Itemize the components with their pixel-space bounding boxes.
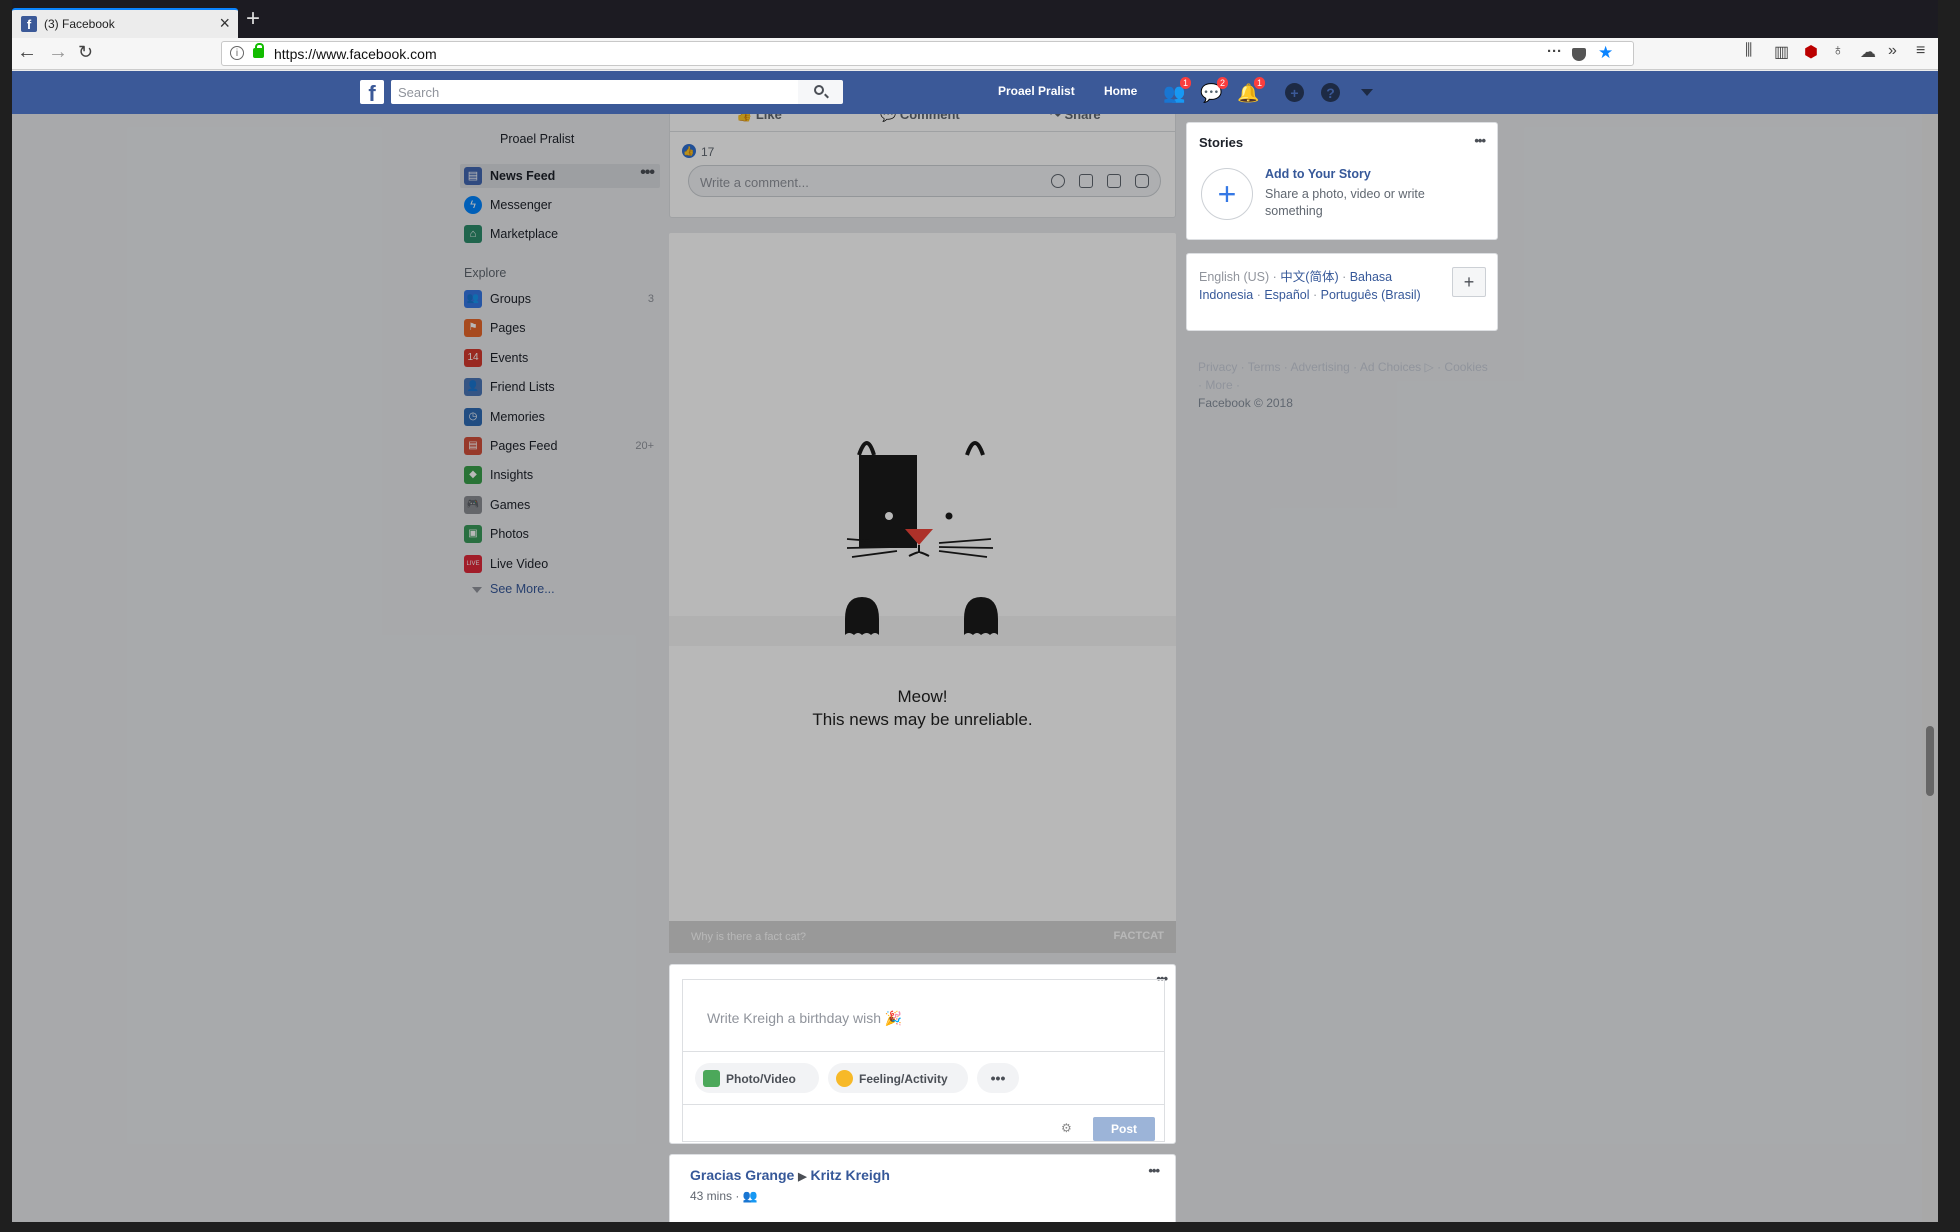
messages-icon[interactable]: 💬 2 bbox=[1200, 77, 1228, 104]
divider bbox=[683, 1104, 1164, 1105]
settings-gear-icon[interactable]: ⚙ bbox=[1061, 1121, 1072, 1135]
profile-link[interactable]: Proael Pralist bbox=[998, 84, 1075, 98]
bookmark-star-icon[interactable]: ★ bbox=[1598, 43, 1613, 63]
close-tab-icon[interactable]: × bbox=[219, 13, 230, 34]
photo-icon bbox=[703, 1070, 720, 1087]
messages-badge: 2 bbox=[1216, 77, 1228, 89]
friends-audience-icon: 👥 bbox=[742, 1189, 758, 1203]
more-options-button[interactable]: ••• bbox=[977, 1063, 1019, 1093]
extension-cloud-icon[interactable]: ☁ bbox=[1860, 42, 1876, 62]
lock-icon bbox=[253, 43, 264, 58]
back-icon[interactable]: ← bbox=[17, 41, 37, 64]
birthday-composer: ••• Write Kreigh a birthday wish 🎉 Photo… bbox=[669, 964, 1176, 1144]
copyright: Facebook © 2018 bbox=[1198, 396, 1293, 410]
facebook-logo-icon[interactable]: f bbox=[360, 80, 384, 104]
create-icon[interactable]: + bbox=[1285, 83, 1304, 102]
add-story-icon[interactable]: + bbox=[1201, 168, 1253, 220]
current-language: English (US) · bbox=[1199, 270, 1281, 284]
language-link[interactable]: Português (Brasil) bbox=[1321, 288, 1421, 302]
footer-links[interactable]: Privacy · Terms · Advertising · Ad Choic… bbox=[1198, 358, 1488, 394]
feed-page: Proael Pralist ▤ News Feed ••• ϟ Messeng… bbox=[12, 114, 1938, 1222]
home-link[interactable]: Home bbox=[1104, 84, 1137, 98]
friend-requests-icon[interactable]: 👥 1 bbox=[1163, 77, 1191, 104]
divider bbox=[683, 1051, 1164, 1052]
ublock-icon[interactable]: ⬢ bbox=[1804, 42, 1818, 62]
browser-tab[interactable]: f (3) Facebook × bbox=[12, 8, 238, 38]
overflow-icon[interactable]: » bbox=[1888, 42, 1897, 60]
url-text[interactable]: https://www.facebook.com bbox=[274, 46, 437, 62]
facebook-favicon-icon: f bbox=[21, 16, 37, 32]
reload-icon[interactable]: ↻ bbox=[78, 42, 93, 63]
extension-bulb-icon[interactable]: ♁ bbox=[1832, 42, 1844, 60]
url-bar[interactable]: i https://www.facebook.com ··· ★ bbox=[221, 41, 1634, 66]
search-placeholder: Search bbox=[398, 85, 440, 100]
stories-heading: Stories bbox=[1199, 135, 1244, 150]
help-icon[interactable]: ? bbox=[1321, 83, 1340, 102]
footer: Privacy · Terms · Advertising · Ad Choic… bbox=[1198, 358, 1488, 412]
post-button[interactable]: Post bbox=[1093, 1117, 1155, 1141]
post-card: Gracias Grange ▶ Kritz Kreigh 43 mins · … bbox=[669, 1154, 1176, 1222]
language-list: English (US) · 中文(简体) · Bahasa Indonesia… bbox=[1199, 270, 1421, 302]
sidebar-icon[interactable]: ▥ bbox=[1774, 42, 1789, 62]
navigation-toolbar: ← → ↻ i https://www.facebook.com ··· ★ ⫼… bbox=[12, 38, 1938, 70]
notifications-icon[interactable]: 🔔 1 bbox=[1237, 77, 1265, 104]
add-story-description: Share a photo, video or write something bbox=[1265, 187, 1425, 218]
more-dots-icon[interactable]: ••• bbox=[1148, 1163, 1160, 1178]
search-icon bbox=[814, 85, 824, 95]
tab-title: (3) Facebook bbox=[44, 17, 115, 31]
smiley-icon bbox=[836, 1070, 853, 1087]
facebook-header: f Search Proael Pralist Home 👥 1 💬 2 🔔 1 + … bbox=[12, 71, 1938, 114]
post-timestamp[interactable]: 43 mins · 👥 bbox=[690, 1189, 758, 1203]
tab-strip: f (3) Facebook × + bbox=[12, 0, 1938, 38]
feeling-activity-button[interactable]: Feeling/Activity bbox=[828, 1063, 968, 1093]
photo-video-label: Photo/Video bbox=[726, 1072, 796, 1086]
scrollbar[interactable] bbox=[1922, 114, 1938, 1222]
stories-panel: Stories ••• + Add to Your Story Share a … bbox=[1186, 122, 1498, 240]
language-link[interactable]: 中文(简体) bbox=[1280, 270, 1338, 284]
photo-video-button[interactable]: Photo/Video bbox=[695, 1063, 819, 1093]
library-icon[interactable]: ⫼ bbox=[1745, 42, 1752, 60]
page-actions-icon[interactable]: ··· bbox=[1547, 43, 1562, 60]
language-panel: English (US) · 中文(简体) · Bahasa Indonesia… bbox=[1186, 253, 1498, 331]
browser-window: f (3) Facebook × + ← → ↻ i https://www.f… bbox=[12, 0, 1938, 1222]
pocket-icon[interactable] bbox=[1572, 48, 1586, 61]
friends-badge: 1 bbox=[1179, 77, 1191, 89]
scrollbar-thumb[interactable] bbox=[1926, 726, 1934, 796]
new-tab-icon[interactable]: + bbox=[246, 5, 260, 33]
search-input[interactable]: Search bbox=[391, 80, 798, 104]
more-dots-icon[interactable]: ••• bbox=[1474, 133, 1486, 148]
birthday-input-box[interactable]: Write Kreigh a birthday wish 🎉 Photo/Vid… bbox=[682, 979, 1165, 1142]
post-header: Gracias Grange ▶ Kritz Kreigh bbox=[690, 1167, 890, 1183]
post-author-link[interactable]: Gracias Grange bbox=[690, 1167, 794, 1183]
info-icon[interactable]: i bbox=[230, 46, 244, 60]
birthday-placeholder: Write Kreigh a birthday wish 🎉 bbox=[707, 1010, 903, 1026]
more-languages-button[interactable]: + bbox=[1452, 267, 1486, 297]
search-button[interactable] bbox=[798, 80, 843, 104]
post-time-text: 43 mins · bbox=[690, 1189, 740, 1203]
post-target-link[interactable]: Kritz Kreigh bbox=[811, 1167, 890, 1183]
triangle-right-icon: ▶ bbox=[798, 1171, 807, 1183]
menu-icon[interactable]: ≡ bbox=[1916, 42, 1925, 60]
language-link[interactable]: Español bbox=[1264, 288, 1309, 302]
forward-icon[interactable]: → bbox=[48, 41, 68, 64]
notifications-badge: 1 bbox=[1253, 77, 1265, 89]
account-menu-icon[interactable] bbox=[1361, 89, 1373, 96]
feeling-activity-label: Feeling/Activity bbox=[859, 1072, 948, 1086]
add-story-link[interactable]: Add to Your Story bbox=[1265, 167, 1371, 181]
